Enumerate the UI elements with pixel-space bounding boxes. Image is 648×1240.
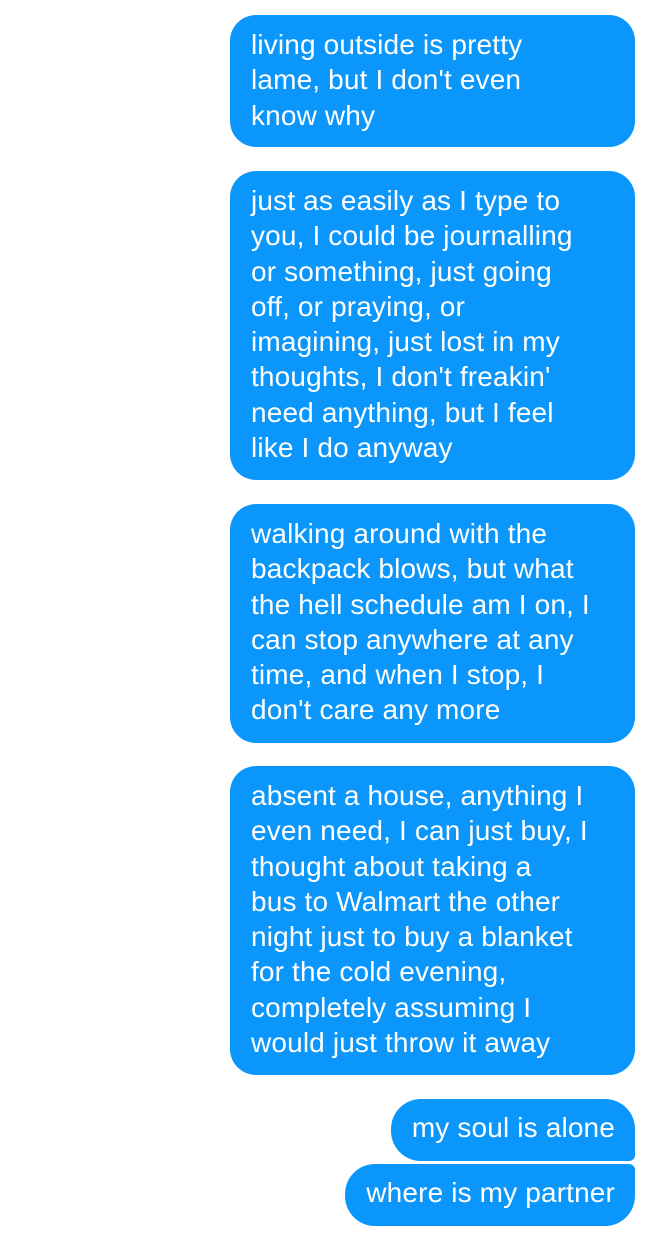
- sent-message-bubble[interactable]: living outside is pretty lame, but I don…: [230, 15, 635, 147]
- message-thread[interactable]: living outside is pretty lame, but I don…: [0, 0, 648, 1240]
- sent-message-bubble[interactable]: where is my partner: [345, 1164, 635, 1226]
- sent-message-bubble[interactable]: walking around with the backpack blows, …: [230, 504, 635, 743]
- sent-message-bubble[interactable]: my soul is alone: [390, 1099, 635, 1161]
- sent-message-bubble[interactable]: just as easily as I type to you, I could…: [230, 171, 635, 480]
- sent-message-bubble[interactable]: absent a house, anything I even need, I …: [230, 766, 635, 1075]
